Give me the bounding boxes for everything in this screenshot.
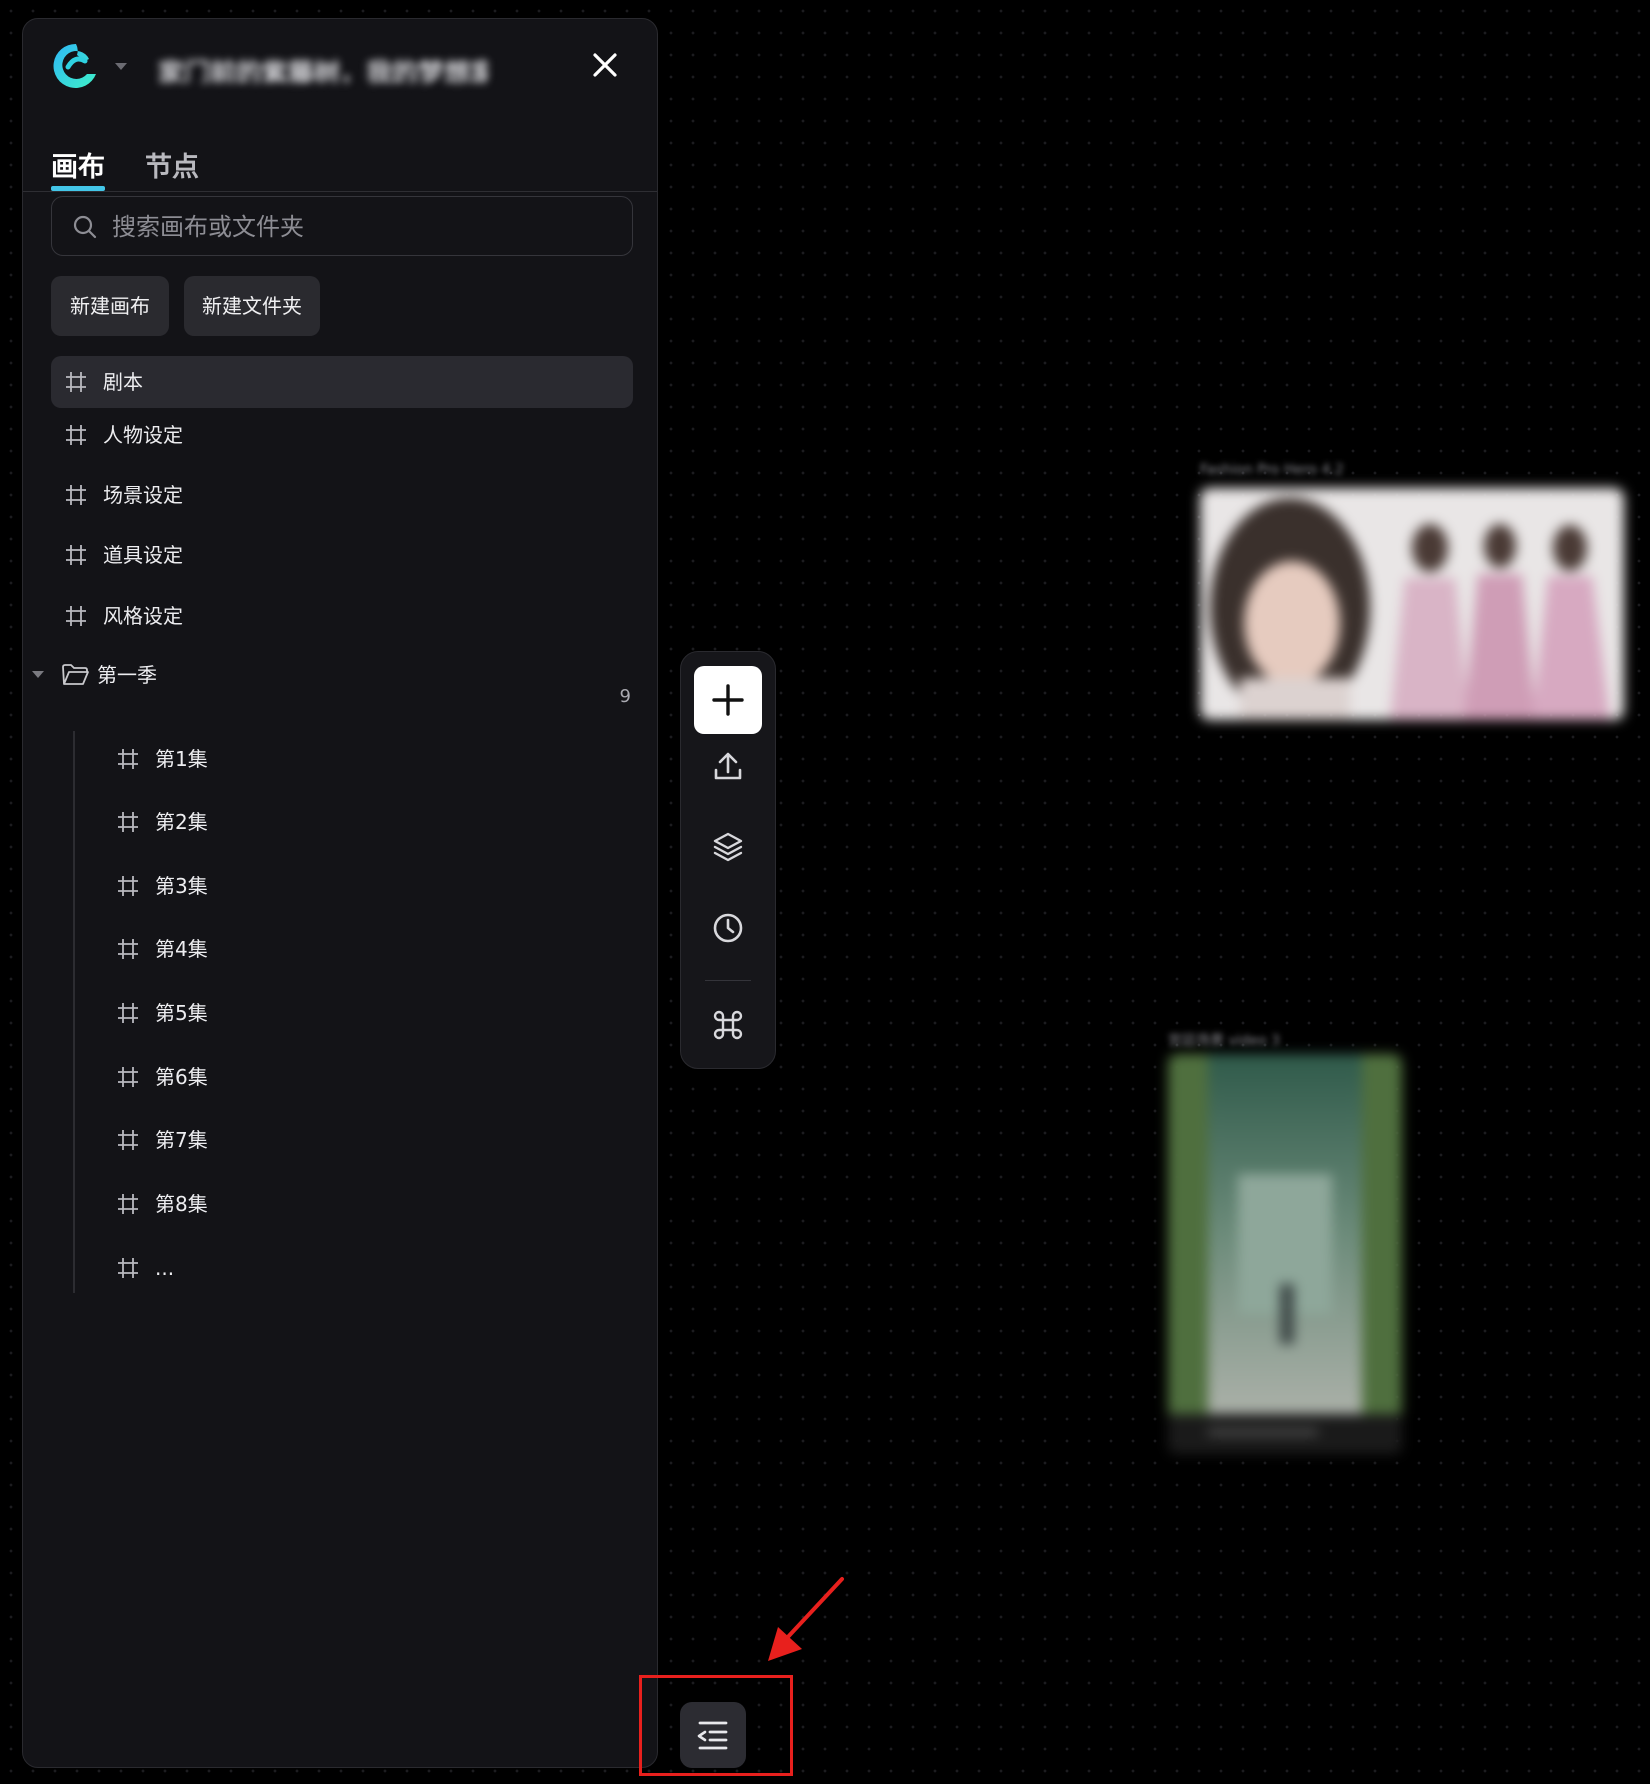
canvas-item-label: ... xyxy=(155,1256,175,1280)
plus-icon xyxy=(712,684,744,716)
frame-icon xyxy=(118,749,138,769)
sidebar-header: 家门前的紫藤树，我的梦想家门 xyxy=(23,19,657,119)
add-node-button[interactable] xyxy=(694,666,762,734)
canvas-item-episode-8[interactable]: 第8集 xyxy=(117,1178,617,1230)
frame-icon xyxy=(118,1003,138,1023)
active-tab-indicator xyxy=(51,186,105,191)
app-logo-icon[interactable] xyxy=(51,41,101,91)
toolbar-divider xyxy=(705,980,751,981)
canvas-item-episode-7[interactable]: 第7集 xyxy=(117,1114,617,1166)
new-canvas-button[interactable]: 新建画布 xyxy=(51,276,169,336)
canvas-sidebar: 家门前的紫藤树，我的梦想家门 画布 节点 新建画布 新建文件夹 剧本 人物设定 … xyxy=(22,18,658,1768)
canvas-item-label: 第1集 xyxy=(155,747,208,771)
folder-item-count: 9 xyxy=(619,686,631,707)
canvas-item-label: 第8集 xyxy=(155,1192,208,1216)
canvas-item-props[interactable]: 道具设定 xyxy=(65,529,625,581)
canvas-item-label: 剧本 xyxy=(103,370,143,394)
canvas-item-episode-4[interactable]: 第4集 xyxy=(117,923,617,975)
annotation-arrow-icon xyxy=(768,1577,844,1661)
canvas-item-label: 第7集 xyxy=(155,1128,208,1152)
canvas-card-label: Fashion Pro Hero 4.2 xyxy=(1200,462,1344,478)
tab-bar: 画布 节点 xyxy=(23,135,657,192)
new-folder-button[interactable]: 新建文件夹 xyxy=(184,276,320,336)
upload-icon[interactable] xyxy=(705,744,751,790)
project-title[interactable]: 家门前的紫藤树，我的梦想家门 xyxy=(158,53,488,83)
frame-icon xyxy=(118,1067,138,1087)
search-icon xyxy=(73,215,97,239)
frame-icon xyxy=(66,606,86,626)
folder-icon xyxy=(62,664,89,685)
search-input[interactable] xyxy=(110,205,614,249)
indent-decrease-icon xyxy=(697,1721,728,1750)
canvas-item-scenes[interactable]: 场景设定 xyxy=(65,469,625,521)
frame-icon xyxy=(118,1130,138,1150)
canvas-item-episode-1[interactable]: 第1集 xyxy=(117,733,617,785)
canvas-item-episode-6[interactable]: 第6集 xyxy=(117,1051,617,1103)
canvas-item-label: 第2集 xyxy=(155,810,208,834)
close-icon[interactable] xyxy=(585,45,625,85)
toggle-sidebar-button[interactable] xyxy=(680,1702,746,1768)
folder-item-season-1[interactable]: 第一季 xyxy=(31,649,625,701)
canvas-item-episode-2[interactable]: 第2集 xyxy=(117,796,617,848)
character-sheet-image[interactable] xyxy=(1200,488,1624,720)
canvas-item-episode-5[interactable]: 第5集 xyxy=(117,987,617,1039)
canvas-item-label: 第6集 xyxy=(155,1065,208,1089)
canvas-item-label: 道具设定 xyxy=(103,543,183,567)
search-box xyxy=(51,196,633,256)
canvas-item-characters[interactable]: 人物设定 xyxy=(65,409,625,461)
history-icon[interactable] xyxy=(705,905,751,951)
canvas-item-label: 风格设定 xyxy=(103,604,183,628)
frame-icon xyxy=(118,812,138,832)
frame-icon xyxy=(118,876,138,896)
frame-icon xyxy=(66,485,86,505)
canvas-item-label: 第5集 xyxy=(155,1001,208,1025)
layers-icon[interactable] xyxy=(705,824,751,870)
canvas-item-episode-3[interactable]: 第3集 xyxy=(117,860,617,912)
frame-icon xyxy=(118,1258,138,1278)
canvas-item-more[interactable]: ... xyxy=(117,1242,617,1294)
frame-icon xyxy=(66,425,86,445)
palace-video-preview[interactable] xyxy=(1168,1054,1402,1454)
canvas-item-label: 人物设定 xyxy=(103,423,183,447)
canvas-item-style[interactable]: 风格设定 xyxy=(65,590,625,642)
folder-label: 第一季 xyxy=(97,663,157,687)
frame-icon xyxy=(118,939,138,959)
command-icon[interactable] xyxy=(705,1002,751,1048)
canvas-item-script[interactable]: 剧本 xyxy=(51,356,633,408)
frame-icon xyxy=(66,545,86,565)
video-image xyxy=(1168,1054,1402,1454)
canvas-toolbar xyxy=(680,651,776,1069)
chevron-down-icon[interactable] xyxy=(115,63,127,70)
tree-guide-line xyxy=(73,731,75,1293)
character-image xyxy=(1200,488,1624,720)
frame-icon xyxy=(118,1194,138,1214)
canvas-item-label: 第4集 xyxy=(155,937,208,961)
canvas-item-label: 第3集 xyxy=(155,874,208,898)
canvas-card-label: 宫廷场景 video 3 xyxy=(1168,1033,1281,1049)
frame-icon xyxy=(66,372,86,392)
canvas-item-label: 场景设定 xyxy=(103,483,183,507)
caret-down-icon[interactable] xyxy=(31,670,45,680)
tab-nodes[interactable]: 节点 xyxy=(145,145,199,196)
